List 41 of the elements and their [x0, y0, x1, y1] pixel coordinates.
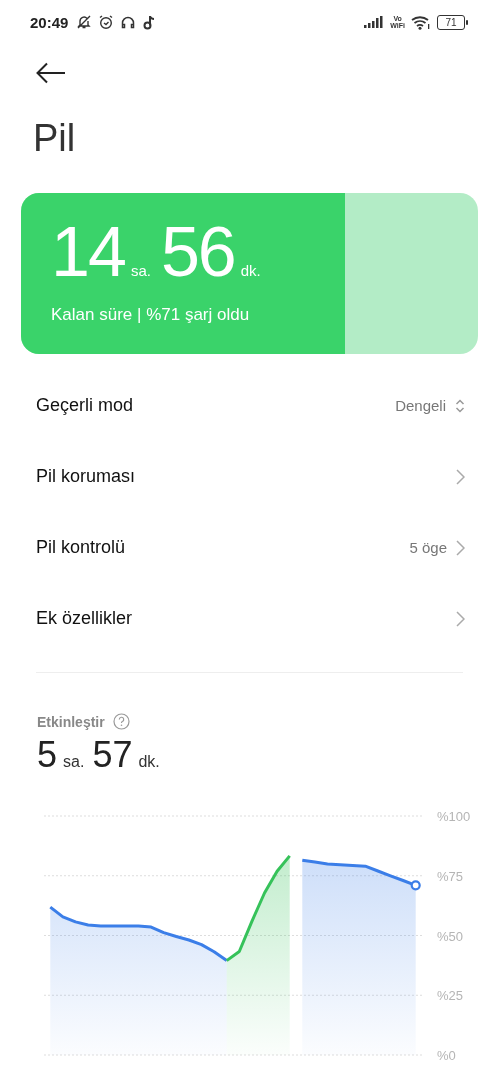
minutes-value: 57 — [92, 734, 133, 776]
minutes-value: 56 — [160, 215, 235, 289]
setting-label: Geçerli mod — [36, 395, 134, 416]
help-icon[interactable] — [112, 713, 130, 730]
minutes-unit: dk. — [138, 753, 160, 771]
hours-value: 5 — [37, 734, 58, 776]
wifi-icon — [411, 14, 431, 30]
setting-label: Pil kontrolü — [36, 537, 126, 558]
settings-row[interactable]: Pil kontrolü 5 öge — [0, 512, 499, 583]
page-title: Pil — [33, 116, 77, 161]
y-tick-label: %50 — [437, 928, 464, 944]
minutes-unit: dk. — [240, 262, 261, 279]
signal-icon — [364, 16, 385, 28]
y-tick-label: %75 — [437, 868, 464, 884]
muted-bell-icon — [76, 14, 93, 30]
hours-value: 14 — [51, 215, 125, 289]
setting-value: 5 öge — [409, 539, 447, 556]
setting-value: Dengeli — [395, 397, 446, 414]
setting-label: Pil koruması — [36, 466, 136, 487]
settings-row[interactable]: Pil koruması — [0, 441, 499, 512]
music-note-icon — [142, 14, 157, 30]
back-arrow-icon[interactable] — [36, 62, 66, 84]
chevron-right-icon — [456, 610, 465, 627]
battery-caption: Kalan süre | %71 şarj oldu — [51, 305, 251, 325]
headphones-icon — [120, 14, 137, 30]
chevron-right-icon — [456, 539, 465, 556]
y-tick-label: %25 — [437, 988, 464, 1004]
battery-icon: 71 — [437, 14, 465, 30]
usage-label: Etkinleştir — [37, 713, 105, 730]
setting-label: Ek özellikler — [36, 608, 133, 629]
y-tick-label: %100 — [437, 809, 471, 824]
settings-row[interactable]: Geçerli mod Dengeli — [0, 370, 499, 441]
hours-unit: sa. — [63, 753, 85, 771]
hours-unit: sa. — [130, 262, 151, 279]
end-point-marker — [410, 880, 421, 891]
alarm-clock-icon — [98, 14, 115, 30]
y-tick-label: %0 — [437, 1048, 456, 1060]
settings-row[interactable]: Ek özellikler — [0, 583, 499, 654]
status-time: 20:49 — [30, 13, 69, 31]
up-down-chevron-icon — [455, 398, 465, 413]
chevron-right-icon — [456, 468, 465, 485]
